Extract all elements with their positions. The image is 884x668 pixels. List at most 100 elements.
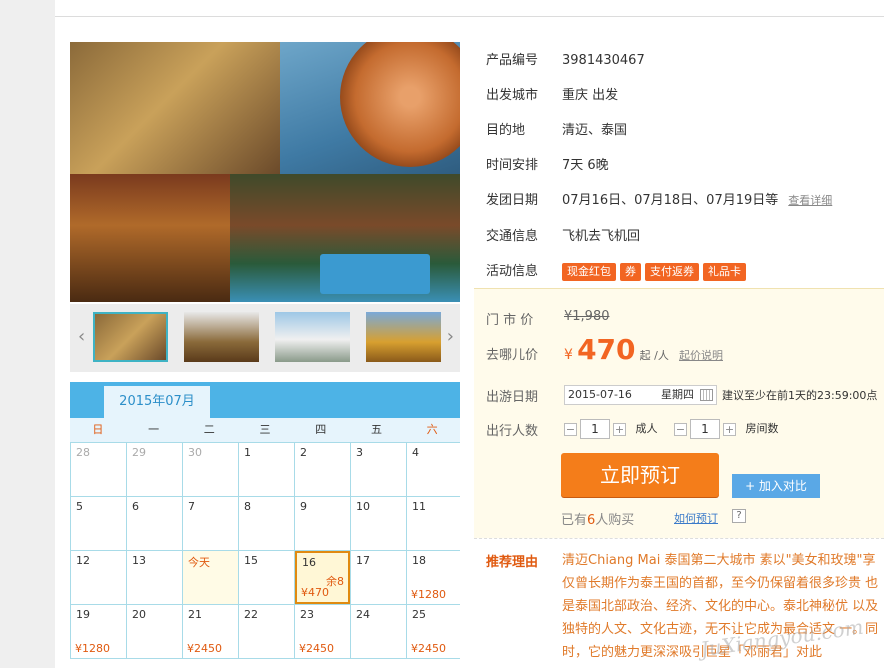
weekday-label: 六 [426,423,438,436]
calendar-day[interactable]: 25 ¥2450 [407,605,462,658]
room-stepper: −1 + 房间数 [674,419,779,439]
day-price: ¥1280 [75,642,110,655]
weekday-label: 五 [370,423,382,436]
photo-tile-temple [70,174,230,302]
thumbnail-1[interactable] [93,312,168,362]
left-gutter [0,0,55,668]
market-price-value: ¥1,980 [564,309,610,324]
main-product-photo[interactable] [70,42,460,302]
info-row: 发团日期 07月16日、07月18日、07月19日等 查看详细 [486,190,832,210]
how-to-book-link[interactable]: 如何预订 [674,510,718,526]
day-number: 8 [244,500,251,513]
photo-tile-dancers [70,42,280,174]
info-row: 出发城市 重庆 出发 [486,85,618,105]
help-icon[interactable]: ? [732,509,746,523]
price-unit: 起 /人 [639,349,669,362]
room-plus-button[interactable]: + [723,422,736,436]
weekday-label: 日 [92,423,104,436]
day-number: 3 [356,446,363,459]
calendar-day: 3 [351,443,406,496]
room-minus-button[interactable]: − [674,422,687,436]
day-price: ¥2450 [299,642,334,655]
info-label: 发团日期 [486,193,539,208]
next-thumb-icon[interactable]: › [447,326,454,347]
room-unit: 房间数 [745,422,779,435]
view-details-link[interactable]: 查看详细 [788,194,832,207]
info-label: 产品编号 [486,53,539,68]
info-row: 活动信息 现金红包券支付返券 礼品卡 [486,261,750,281]
top-divider [55,16,884,17]
calendar-header: 2015年07月 [70,382,460,418]
info-value: 飞机去飞机回 [562,229,641,244]
add-compare-button[interactable]: + 加入对比 [732,474,820,498]
weekday-label: 一 [148,423,160,436]
book-now-button[interactable]: 立即预订 [561,453,719,497]
info-label: 时间安排 [486,158,539,173]
price-panel: 门 市 价 ¥1,980 去哪儿价 ¥ 470 起 /人 起价说明 出游日期 2… [474,288,884,538]
day-number: 今天 [188,556,210,569]
day-number: 29 [132,446,146,459]
calendar-day: 24 [351,605,406,658]
calendar-day[interactable]: 18 ¥1280 [407,551,462,604]
calendar-day: 30 [183,443,238,496]
info-row: 目的地 清迈、泰国 [486,120,627,140]
day-number: 15 [244,554,258,567]
month-tab[interactable]: 2015年07月 [104,386,210,418]
info-label: 活动信息 [486,264,539,279]
prev-thumb-icon[interactable]: ‹ [78,326,85,347]
day-price: ¥1280 [411,588,446,601]
info-label: 目的地 [486,123,526,138]
adult-count-input[interactable]: 1 [580,419,610,439]
calendar-day[interactable]: 21 ¥2450 [183,605,238,658]
travel-date-value: 2015-07-16 [568,388,632,401]
calendar-day: 12 [71,551,126,604]
travel-weekday: 星期四 [661,388,694,401]
calendar-day: 7 [183,497,238,550]
promo-tag[interactable]: 礼品卡 [703,263,746,281]
day-number: 22 [244,608,258,621]
day-price: ¥2450 [411,642,446,655]
travel-date-field[interactable]: 2015-07-16 星期四 [564,385,717,405]
adult-stepper: −1 + 成人 [564,419,658,439]
calendar-day: 4 [407,443,462,496]
calendar-icon[interactable] [700,389,713,401]
people-label: 出行人数 [486,424,539,439]
day-number: 6 [132,500,139,513]
info-value: 3981430467 [562,53,645,68]
adult-minus-button[interactable]: − [564,422,577,436]
calendar-day[interactable]: 23 ¥2450 [295,605,350,658]
promo-tag[interactable]: 现金红包 [562,263,616,281]
calendar-day[interactable]: 19 ¥1280 [71,605,126,658]
weekday-label: 四 [315,423,327,436]
calendar-day: 20 [127,605,182,658]
day-number: 12 [76,554,90,567]
day-price: ¥470 [301,586,329,599]
price-explain-link[interactable]: 起价说明 [679,349,723,362]
currency-symbol: ¥ [564,347,573,363]
calendar-grid: 28 29 30 1 2 3 4 5 6 7 8 9 10 11 12 13 今天 15 16 余8 ¥470 17 18 ¥… [70,442,462,659]
calendar-day[interactable]: 16 余8 ¥470 [295,551,350,604]
day-number: 16 [302,556,316,569]
thumbnail-3[interactable] [275,312,350,362]
thumbnail-4[interactable] [366,312,441,362]
price-amount: 470 [577,333,636,366]
info-row: 时间安排 7天 6晚 [486,155,609,175]
day-number: 20 [132,608,146,621]
day-number: 7 [188,500,195,513]
calendar-day: 29 [127,443,182,496]
info-row: 产品编号 3981430467 [486,50,645,70]
promo-tag[interactable]: 支付返券 [645,263,699,281]
thumbnail-strip: ‹ › [70,304,460,372]
day-number: 23 [300,608,314,621]
room-count-input[interactable]: 1 [690,419,720,439]
thumbnail-2[interactable] [184,312,259,362]
calendar-day: 6 [127,497,182,550]
info-value: 重庆 出发 [562,88,619,103]
adult-plus-button[interactable]: + [613,422,626,436]
day-number: 4 [412,446,419,459]
day-number: 24 [356,608,370,621]
promo-tag[interactable]: 券 [620,263,641,281]
day-number: 28 [76,446,90,459]
recommend-section: 推荐理由 清迈Chiang Mai 泰国第二大城市 素以"美女和玫瑰"享 仅曾长… [474,538,884,668]
day-number: 9 [300,500,307,513]
